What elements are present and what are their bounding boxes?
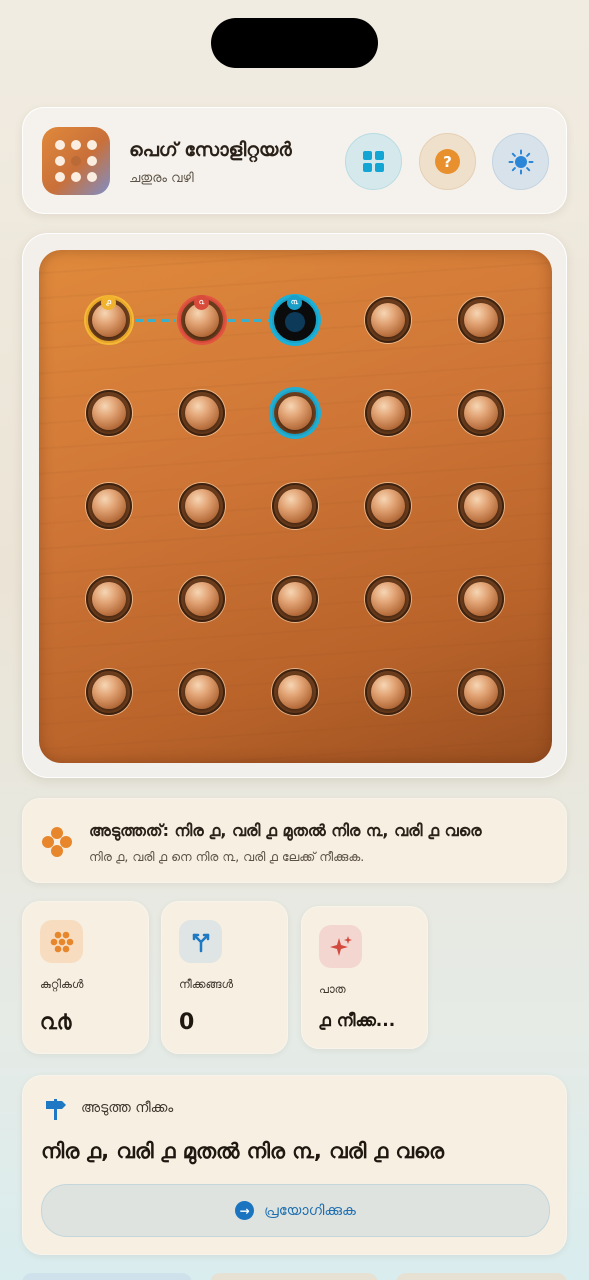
board-hole[interactable] <box>179 483 225 529</box>
hint-subtitle: നിര ൧, വരി ൧ നെ നിര ൩, വരി ൧ ലേക്ക് നീക്… <box>89 849 365 864</box>
stat-value: 0 <box>179 1010 195 1035</box>
board-hole[interactable] <box>179 669 225 715</box>
sun-icon <box>508 149 533 174</box>
board-hole[interactable] <box>272 669 318 715</box>
peg[interactable] <box>278 396 312 430</box>
peg[interactable] <box>185 675 219 709</box>
sparkle-icon <box>319 925 362 968</box>
branch-icon <box>179 920 222 963</box>
board-hole[interactable] <box>272 390 318 436</box>
board-hole[interactable] <box>365 483 411 529</box>
stat-value: ൧ നീക്ക... <box>319 1011 396 1031</box>
peg[interactable] <box>371 675 405 709</box>
peg[interactable] <box>464 303 498 337</box>
board-hole[interactable] <box>365 669 411 715</box>
move-step-badge: ൩ <box>287 295 302 310</box>
peg[interactable] <box>371 489 405 523</box>
stat-value: ൨൪ <box>40 1010 72 1035</box>
peg[interactable] <box>185 396 219 430</box>
board-hole[interactable] <box>179 576 225 622</box>
hint-card: അടുത്തത്: നിര ൧, വരി ൧ മുതൽ നിര ൩, വരി ൧… <box>22 798 567 883</box>
peg[interactable] <box>278 675 312 709</box>
peg[interactable] <box>371 303 405 337</box>
peg[interactable] <box>278 582 312 616</box>
move-path-line <box>135 319 176 322</box>
help-button[interactable]: ? <box>419 133 476 190</box>
peg[interactable] <box>92 489 126 523</box>
peg[interactable] <box>464 582 498 616</box>
board-frame: ൧ ൨ ൩ <box>22 233 567 778</box>
board-hole[interactable] <box>86 576 132 622</box>
peg[interactable] <box>92 582 126 616</box>
empty-hole-marker <box>285 312 305 332</box>
peg[interactable] <box>278 489 312 523</box>
move-step-badge: ൨ <box>194 295 209 310</box>
grid-icon <box>363 151 384 172</box>
board-hole[interactable]: ൩ <box>272 295 318 343</box>
board-hole[interactable] <box>272 483 318 529</box>
stat-label: പാത <box>319 982 346 996</box>
peg[interactable] <box>185 582 219 616</box>
signpost-icon <box>46 1099 66 1120</box>
stat-label: കുറ്റികൾ <box>40 977 84 991</box>
arrow-right-icon: → <box>235 1201 255 1220</box>
layout-button[interactable] <box>345 133 402 190</box>
peg-board: ൧ ൨ ൩ <box>39 250 552 763</box>
board-hole[interactable] <box>458 483 504 529</box>
peg[interactable] <box>464 489 498 523</box>
app-title: പെഗ് സോളിറ്റയർ <box>129 139 292 161</box>
pegs-cluster-icon <box>42 827 72 857</box>
board-hole[interactable] <box>365 390 411 436</box>
board-hole[interactable] <box>458 669 504 715</box>
camera-notch <box>211 18 378 68</box>
peg[interactable] <box>464 396 498 430</box>
stat-label: നീക്കങ്ങൾ <box>179 977 234 991</box>
board-hole[interactable] <box>365 576 411 622</box>
peg[interactable] <box>371 396 405 430</box>
board-hole[interactable] <box>86 390 132 436</box>
move-path-line <box>228 319 269 322</box>
board-hole[interactable] <box>365 297 411 343</box>
board-hole[interactable] <box>86 669 132 715</box>
next-move-text: നിര ൧, വരി ൧ മുതൽ നിര ൩, വരി ൧ വരെ <box>41 1139 444 1163</box>
board-hole[interactable] <box>86 483 132 529</box>
apply-button-label: പ്രയോഗിക്കുക <box>264 1202 356 1219</box>
board-hole[interactable] <box>458 297 504 343</box>
peg[interactable] <box>92 396 126 430</box>
move-step-badge: ൧ <box>101 295 116 310</box>
app-subtitle: ചതുരം വഴി <box>129 171 194 186</box>
pegs-icon <box>40 920 83 963</box>
board-hole[interactable]: ൨ <box>179 295 225 343</box>
bottom-tab-peek <box>22 1273 192 1280</box>
stat-path: പാത ൧ നീക്ക... <box>301 906 428 1049</box>
peg[interactable] <box>371 582 405 616</box>
help-icon: ? <box>435 149 460 174</box>
board-hole[interactable] <box>272 576 318 622</box>
board-hole[interactable]: ൧ <box>86 295 132 343</box>
app-logo-icon <box>42 127 110 195</box>
bottom-tab-peek <box>396 1273 567 1280</box>
next-move-label: അടുത്ത നീക്കം <box>81 1100 174 1116</box>
board-hole[interactable] <box>458 576 504 622</box>
theme-button[interactable] <box>492 133 549 190</box>
peg[interactable] <box>185 489 219 523</box>
board-hole[interactable] <box>179 390 225 436</box>
stat-pegs: കുറ്റികൾ ൨൪ <box>22 901 149 1054</box>
apply-button[interactable]: → പ്രയോഗിക്കുക <box>41 1184 550 1237</box>
peg[interactable] <box>92 675 126 709</box>
next-move-card: അടുത്ത നീക്കം നിര ൧, വരി ൧ മുതൽ നിര ൩, വ… <box>22 1075 567 1255</box>
hint-title: അടുത്തത്: നിര ൧, വരി ൧ മുതൽ നിര ൩, വരി ൧… <box>89 821 482 840</box>
peg[interactable] <box>464 675 498 709</box>
bottom-tab-peek <box>210 1273 378 1280</box>
board-hole[interactable] <box>458 390 504 436</box>
app-header: പെഗ് സോളിറ്റയർ ചതുരം വഴി ? <box>22 107 567 214</box>
stat-moves: നീക്കങ്ങൾ 0 <box>161 901 288 1054</box>
